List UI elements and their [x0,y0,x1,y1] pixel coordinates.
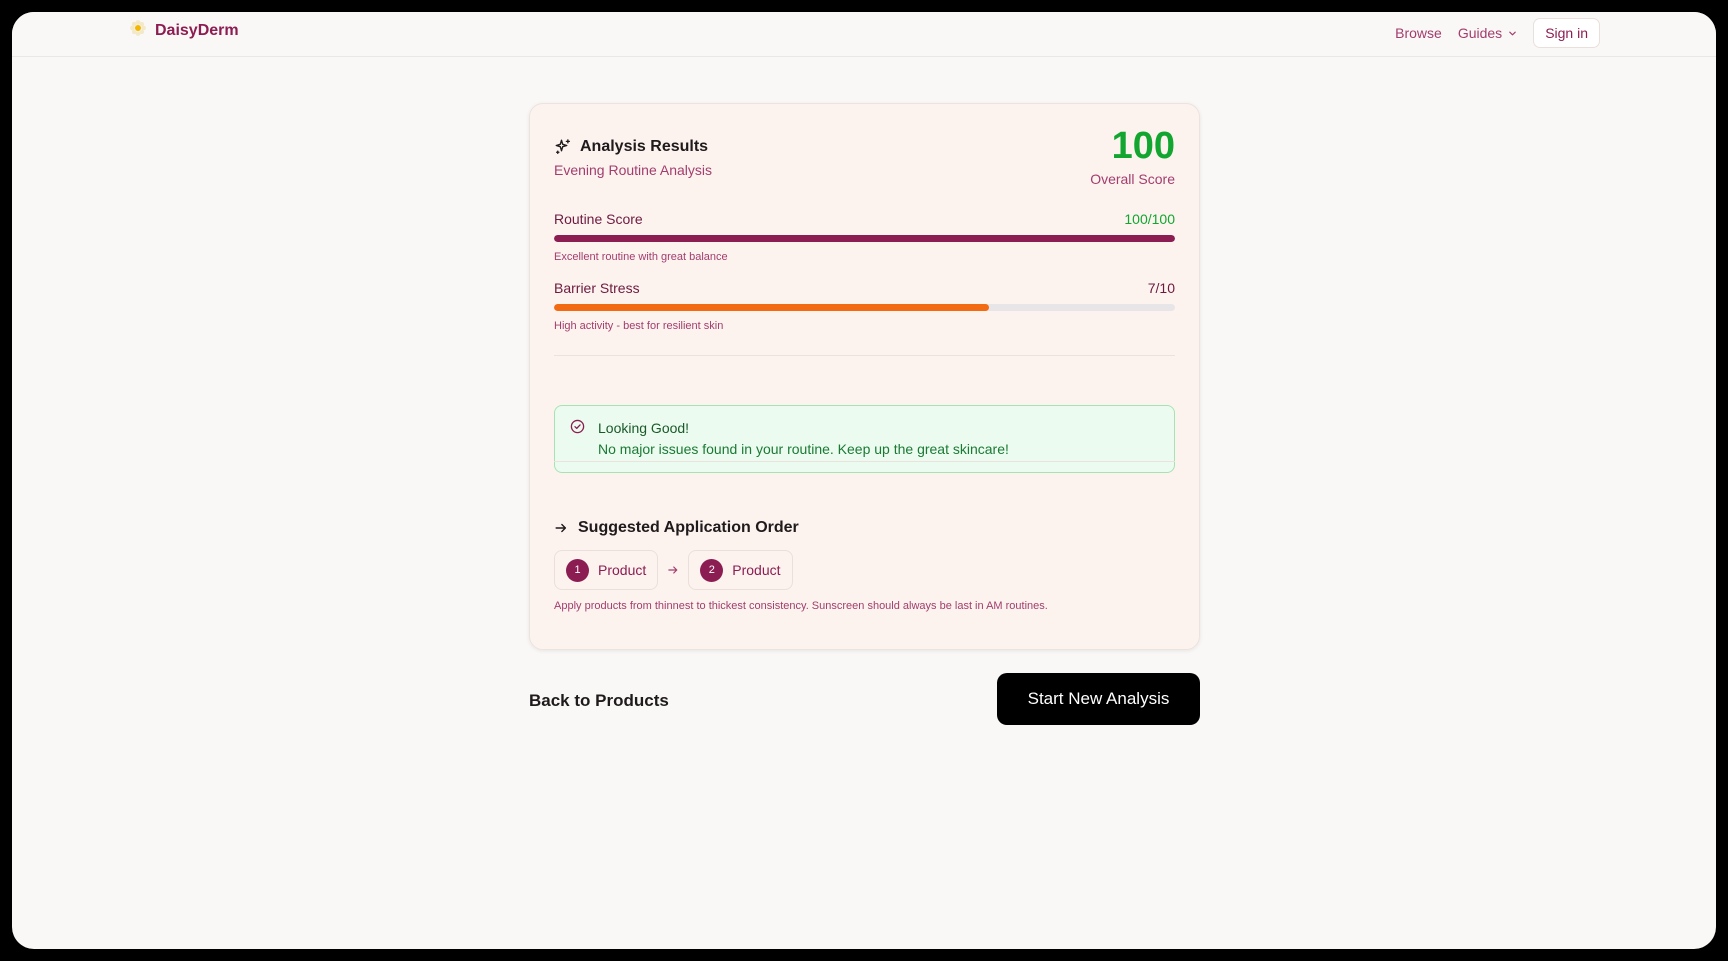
order-step: 1 Product [554,550,659,590]
main-nav: Browse Guides Sign in [1395,18,1600,48]
overall-score-label: Overall Score [1090,171,1175,187]
barrier-stress-label: Barrier Stress [554,280,640,296]
barrier-stress-bar [554,304,1175,311]
brand-name: DaisyDerm [155,21,239,39]
brand[interactable]: DaisyDerm [129,19,239,42]
section-divider [554,355,1175,356]
step-number: 1 [566,558,589,582]
nav-guides[interactable]: Guides [1458,25,1517,41]
section-divider [554,461,1175,462]
results-subtitle: Evening Routine Analysis [554,162,712,178]
routine-score-fill [554,235,1175,242]
order-step: 2 Product [688,550,793,590]
routine-score-bar [554,235,1175,242]
chevron-down-icon [1509,31,1516,35]
step-number: 2 [700,558,724,582]
signin-button[interactable]: Sign in [1533,18,1600,48]
barrier-stress-fill [554,304,989,311]
overall-score-value: 100 [1111,125,1175,167]
routine-score-value: 100/100 [1124,211,1175,227]
results-heading: Analysis Results [554,138,708,156]
alert-title: Looking Good! [598,420,690,436]
check-circle-icon [570,419,585,434]
nav-browse[interactable]: Browse [1395,25,1442,41]
daisy-icon [129,19,147,42]
step-product-label: Product [598,562,647,578]
sparkles-icon [555,139,571,155]
barrier-stress-note: High activity - best for resilient skin [554,320,724,332]
alert-text: No major issues found in your routine. K… [598,441,1009,457]
arrow-right-icon [555,523,567,533]
app-window: DaisyDerm Browse Guides Sign in Analysis… [12,12,1716,949]
step-product-label: Product [732,562,781,578]
barrier-stress-value: 7/10 [1147,280,1175,296]
routine-score-note: Excellent routine with great balance [554,251,728,263]
application-tip: Apply products from thinnest to thickest… [554,600,1048,612]
application-order-heading: Suggested Application Order [554,519,799,537]
start-new-analysis-button[interactable]: Start New Analysis [997,673,1200,725]
analysis-results-card: Analysis Results Evening Routine Analysi… [529,103,1200,650]
header: DaisyDerm Browse Guides Sign in [12,12,1716,57]
back-to-products-link[interactable]: Back to Products [529,691,669,711]
status-alert: Looking Good! No major issues found in y… [554,405,1175,473]
nav-guides-label: Guides [1457,25,1503,41]
results-title: Analysis Results [580,138,709,155]
application-order-title: Suggested Application Order [578,519,799,536]
routine-score-label: Routine Score [554,211,643,227]
application-steps: 1 Product 2 Product [554,550,793,590]
arrow-right-icon [668,566,678,574]
